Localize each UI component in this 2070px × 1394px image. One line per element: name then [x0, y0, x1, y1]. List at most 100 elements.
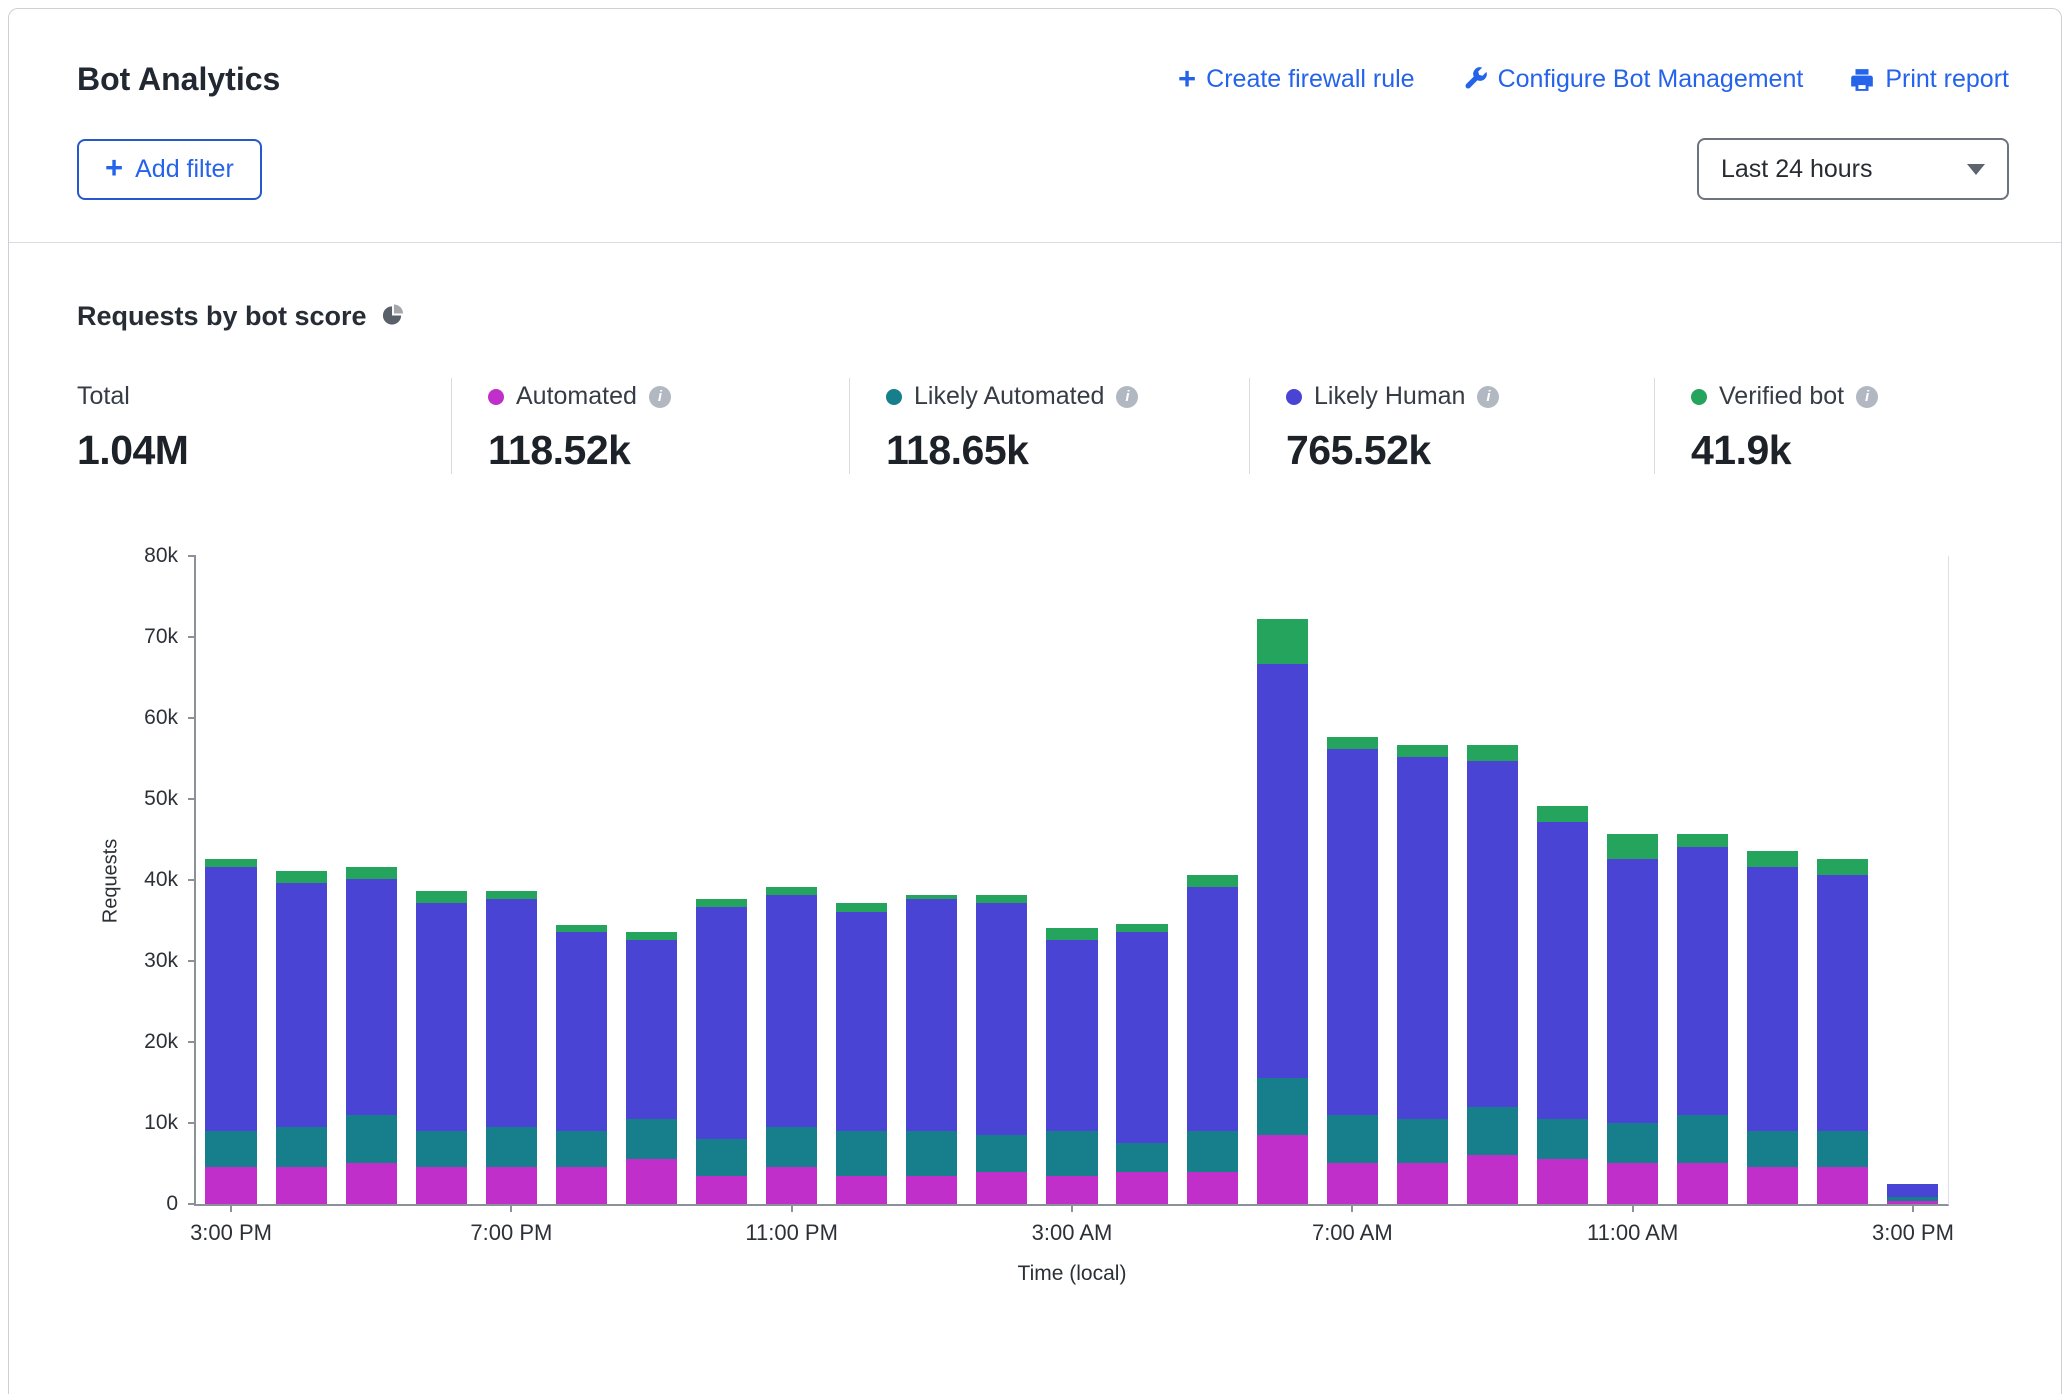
info-icon[interactable]: i — [649, 386, 671, 408]
bar-segment-verified-bot — [1046, 928, 1097, 940]
bar-segment-automated — [486, 1167, 537, 1204]
bar-segment-automated — [1327, 1163, 1378, 1204]
y-tick-label: 0 — [166, 1192, 178, 1216]
bar-slot — [687, 556, 757, 1204]
stacked-bar[interactable] — [1537, 806, 1588, 1204]
stat-verified-bot-value: 41.9k — [1691, 427, 1878, 474]
create-firewall-rule-link[interactable]: + Create firewall rule — [1178, 65, 1415, 94]
bar-segment-verified-bot — [626, 932, 677, 940]
stacked-bar[interactable] — [1467, 745, 1518, 1204]
stacked-bar[interactable] — [1116, 924, 1167, 1204]
bar-segment-likely-human — [1116, 932, 1167, 1143]
time-range-dropdown[interactable]: Last 24 hours — [1697, 138, 2009, 200]
bar-segment-likely-human — [836, 912, 887, 1131]
bar-segment-likely-automated — [1607, 1123, 1658, 1164]
stacked-bar[interactable] — [1817, 859, 1868, 1204]
y-tick-label: 50k — [144, 787, 178, 811]
stacked-bar[interactable] — [906, 895, 957, 1204]
info-icon[interactable]: i — [1856, 386, 1878, 408]
stacked-bar[interactable] — [1887, 1184, 1938, 1204]
bar-segment-verified-bot — [1467, 745, 1518, 761]
stacked-bar[interactable] — [486, 891, 537, 1204]
stacked-bar[interactable] — [976, 895, 1027, 1204]
bar-slot — [1878, 556, 1948, 1204]
x-tick — [1912, 1204, 1914, 1212]
chevron-down-icon — [1967, 164, 1985, 175]
bar-slot — [476, 556, 546, 1204]
add-filter-button[interactable]: + Add filter — [77, 139, 262, 200]
stacked-bar[interactable] — [556, 925, 607, 1204]
bar-segment-likely-automated — [556, 1131, 607, 1168]
stacked-bar[interactable] — [836, 903, 887, 1204]
bar-slot — [757, 556, 827, 1204]
stacked-bar[interactable] — [346, 867, 397, 1204]
configure-bot-management-link[interactable]: Configure Bot Management — [1461, 65, 1804, 94]
stacked-bar[interactable] — [1187, 875, 1238, 1204]
y-tick-label: 60k — [144, 706, 178, 730]
bar-segment-verified-bot — [1327, 737, 1378, 749]
requests-chart: Requests Time (local) 010k20k30k40k50k60… — [77, 536, 2009, 1296]
stacked-bar[interactable] — [1397, 745, 1448, 1204]
bar-segment-likely-human — [1817, 875, 1868, 1131]
stacked-bar[interactable] — [1327, 737, 1378, 1204]
bar-segment-automated — [1046, 1176, 1097, 1204]
section-heading: Requests by bot score — [77, 301, 2009, 332]
bar-segment-automated — [1537, 1159, 1588, 1204]
bar-segment-automated — [1257, 1135, 1308, 1204]
stat-likely-automated-label: Likely Automated — [914, 382, 1104, 411]
print-report-link[interactable]: Print report — [1849, 65, 2009, 94]
bar-segment-automated — [696, 1176, 747, 1204]
bar-slot — [1527, 556, 1597, 1204]
bar-segment-verified-bot — [836, 903, 887, 911]
automated-legend-dot — [488, 389, 504, 405]
bar-segment-verified-bot — [205, 859, 256, 867]
stat-likely-human: Likely Human i 765.52k — [1249, 378, 1654, 474]
bar-segment-likely-human — [906, 899, 957, 1131]
info-icon[interactable]: i — [1477, 386, 1499, 408]
bar-segment-likely-automated — [906, 1131, 957, 1176]
section-title: Requests by bot score — [77, 301, 367, 332]
stacked-bar[interactable] — [276, 871, 327, 1204]
bar-slot — [266, 556, 336, 1204]
card-body: Requests by bot score Total 1.04M Automa… — [9, 243, 2061, 1296]
stacked-bar[interactable] — [626, 932, 677, 1204]
verified-bot-legend-dot — [1691, 389, 1707, 405]
stacked-bar[interactable] — [1677, 834, 1728, 1204]
bar-segment-likely-automated — [696, 1139, 747, 1176]
bar-segment-automated — [1467, 1155, 1518, 1204]
stacked-bar[interactable] — [1046, 928, 1097, 1204]
stat-automated: Automated i 118.52k — [451, 378, 849, 474]
stacked-bar[interactable] — [766, 887, 817, 1204]
bar-segment-automated — [1817, 1167, 1868, 1204]
bar-slot — [1808, 556, 1878, 1204]
bar-segment-likely-human — [556, 932, 607, 1131]
stacked-bar[interactable] — [205, 859, 256, 1204]
x-axis-title: Time (local) — [1018, 1262, 1127, 1286]
y-tick-label: 40k — [144, 868, 178, 892]
y-tick-label: 80k — [144, 544, 178, 568]
stat-likely-human-value: 765.52k — [1286, 427, 1654, 474]
stacked-bar[interactable] — [696, 899, 747, 1204]
bar-segment-likely-automated — [346, 1115, 397, 1164]
stacked-bar[interactable] — [1257, 619, 1308, 1204]
header-actions: + Create firewall rule Configure Bot Man… — [1178, 65, 2009, 94]
stacked-bar[interactable] — [1747, 851, 1798, 1204]
bar-segment-verified-bot — [766, 887, 817, 895]
bar-segment-verified-bot — [976, 895, 1027, 903]
info-icon[interactable]: i — [1116, 386, 1138, 408]
bar-segment-automated — [766, 1167, 817, 1204]
stacked-bar[interactable] — [1607, 834, 1658, 1204]
bar-segment-likely-automated — [626, 1119, 677, 1160]
bar-segment-verified-bot — [1397, 745, 1448, 757]
bar-slot — [1738, 556, 1808, 1204]
printer-icon — [1849, 67, 1875, 93]
bar-segment-likely-human — [1257, 664, 1308, 1078]
stacked-bar[interactable] — [416, 891, 467, 1204]
bar-segment-likely-automated — [1327, 1115, 1378, 1164]
bar-segment-likely-automated — [486, 1127, 537, 1168]
bar-segment-likely-human — [1327, 749, 1378, 1115]
bar-segment-likely-automated — [1537, 1119, 1588, 1160]
x-tick-label: 3:00 AM — [1032, 1220, 1113, 1246]
bar-segment-automated — [276, 1167, 327, 1204]
bar-segment-likely-human — [766, 895, 817, 1127]
